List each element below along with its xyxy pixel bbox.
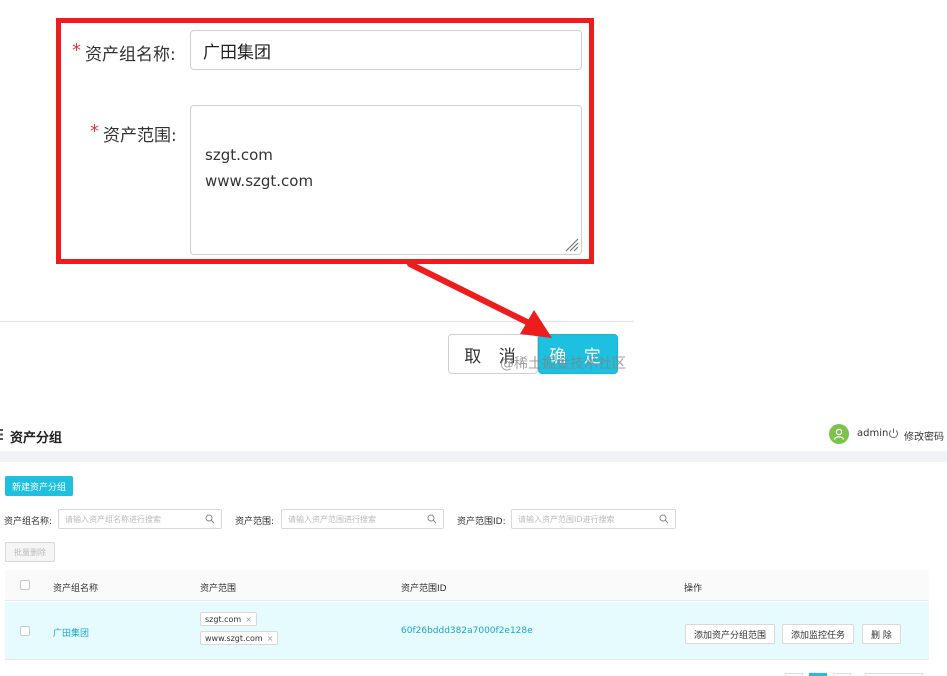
group-name-link[interactable]: 广田集团 bbox=[53, 626, 89, 639]
table-header: 资产组名称 资产范围 资产范围ID 操作 bbox=[5, 570, 929, 601]
filter-label-scope-id: 资产范围ID: bbox=[457, 517, 506, 527]
search-placeholder: 请输入资产范围ID进行搜索 bbox=[518, 514, 615, 524]
edit-asset-group-dialog: * 资产组名称: 广田集团 * 资产范围: szgt.com www.szgt.… bbox=[0, 0, 640, 395]
new-asset-group-button[interactable]: 新建资产分组 bbox=[5, 476, 74, 496]
scope-textarea-value: szgt.com www.szgt.com bbox=[205, 146, 314, 190]
header-divider bbox=[0, 451, 947, 462]
scope-label: 资产范围: bbox=[103, 126, 177, 146]
scope-label-row: * 资产范围: bbox=[90, 121, 177, 146]
scope-tag-label: www.szgt.com bbox=[205, 633, 263, 643]
delete-button[interactable]: 删 除 bbox=[862, 624, 901, 644]
close-icon[interactable]: × bbox=[267, 634, 274, 643]
scope-id-search-input[interactable]: 请输入资产范围ID进行搜索 bbox=[511, 509, 676, 529]
scope-id-link[interactable]: 60f26bddd382a7000f2e128e bbox=[401, 626, 533, 636]
scope-tag: www.szgt.com × bbox=[200, 631, 279, 645]
close-icon[interactable]: × bbox=[245, 615, 252, 624]
scope-tag-label: szgt.com bbox=[205, 614, 242, 624]
power-icon[interactable] bbox=[888, 428, 899, 439]
add-monitor-task-button[interactable]: 添加监控任务 bbox=[782, 624, 855, 644]
batch-delete-button[interactable]: 批量删除 bbox=[5, 542, 55, 562]
required-asterisk: * bbox=[90, 121, 99, 142]
menu-marker-icon bbox=[0, 429, 3, 440]
scope-tag: szgt.com × bbox=[200, 612, 257, 626]
user-icon[interactable] bbox=[829, 424, 849, 444]
column-header: 资产范围 bbox=[200, 584, 237, 594]
resize-handle-icon[interactable] bbox=[563, 236, 579, 252]
search-icon[interactable] bbox=[205, 514, 215, 524]
group-name-input[interactable]: 广田集团 bbox=[190, 30, 582, 70]
scope-search-input[interactable]: 请输入资产范围进行搜索 bbox=[281, 509, 444, 529]
page-header: 资产分组 admin 修改密码 bbox=[0, 415, 947, 451]
search-icon[interactable] bbox=[427, 514, 437, 524]
avatar-glyph-icon bbox=[833, 428, 845, 440]
search-icon[interactable] bbox=[659, 514, 669, 524]
filter-label-scope: 资产范围: bbox=[235, 517, 275, 527]
filter-label-group-name: 资产组名称: bbox=[4, 517, 53, 527]
column-header: 资产组名称 bbox=[53, 584, 99, 594]
change-password-link[interactable]: 修改密码 bbox=[904, 428, 944, 443]
group-name-value: 广田集团 bbox=[203, 42, 271, 63]
scope-textarea[interactable]: szgt.com www.szgt.com bbox=[190, 105, 582, 255]
column-header: 资产范围ID bbox=[401, 584, 447, 594]
cancel-button[interactable]: 取 消 bbox=[448, 334, 538, 374]
add-group-scope-button[interactable]: 添加资产分组范围 bbox=[685, 624, 776, 644]
table-row[interactable]: 广田集团 szgt.com × www.szgt.com × 60f26bddd… bbox=[5, 602, 929, 660]
group-name-label-row: * 资产组名称: bbox=[72, 40, 176, 65]
required-asterisk: * bbox=[72, 40, 81, 61]
search-placeholder: 请输入资产组名称进行搜索 bbox=[65, 514, 161, 524]
asset-group-page: 资产分组 admin 修改密码 新建资产分组 资产组名称: 请输入资产组名称进行… bbox=[0, 415, 947, 676]
group-name-search-input[interactable]: 请输入资产组名称进行搜索 bbox=[58, 509, 222, 529]
search-placeholder: 请输入资产范围进行搜索 bbox=[288, 514, 376, 524]
dialog-footer-divider bbox=[0, 321, 634, 322]
username[interactable]: admin bbox=[857, 428, 888, 439]
group-name-label: 资产组名称: bbox=[85, 45, 176, 65]
page-title: 资产分组 bbox=[10, 431, 63, 446]
select-all-checkbox[interactable] bbox=[20, 580, 30, 590]
confirm-button[interactable]: 确 定 bbox=[538, 334, 618, 374]
column-header: 操作 bbox=[684, 584, 703, 594]
row-checkbox[interactable] bbox=[20, 626, 30, 636]
